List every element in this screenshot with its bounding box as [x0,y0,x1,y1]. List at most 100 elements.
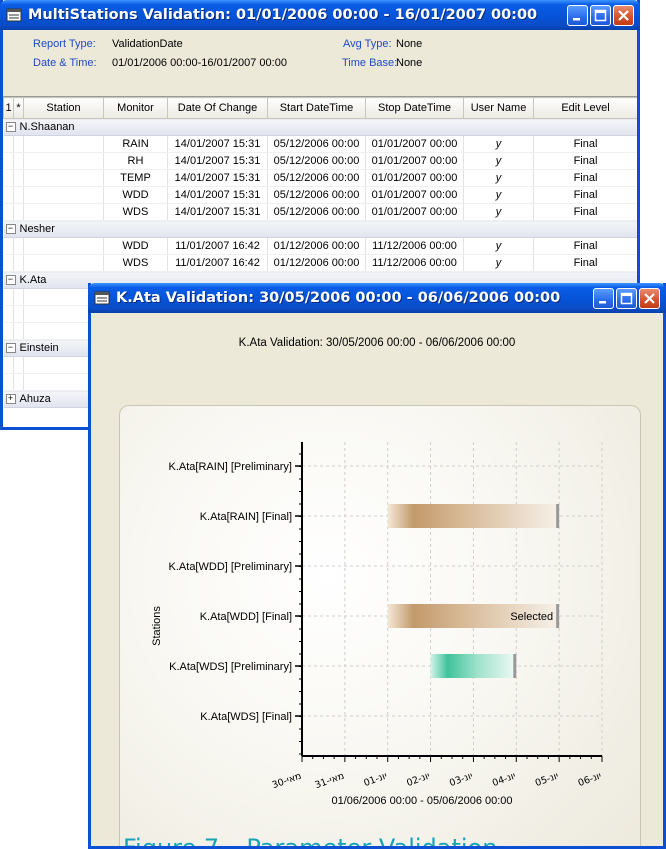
y-tick-label: K.Ata[RAIN] [Final] [200,511,292,523]
close-icon [618,9,629,21]
table-row[interactable]: WDD 11/01/2007 16:42 01/12/2006 00:00 11/12… [3,237,637,255]
cell-date-of-change: 14/01/2007 15:31 [167,169,268,187]
cell-user: y [463,135,534,153]
figure-caption: Figure 7 – Parameter Validation [123,834,497,846]
col-header-date-of-change[interactable]: Date Of Change [167,97,268,119]
cell-stop: 01/01/2007 00:00 [365,203,464,221]
cell-start: 01/12/2006 00:00 [267,254,366,272]
y-tick-label: K.Ata[WDD] [Final] [200,611,292,623]
avg-type-value: None [396,38,423,50]
cell-empty [3,254,14,272]
cell-empty [13,288,24,306]
cell-level: Final [533,254,637,272]
station-name: Ahuza [19,393,51,405]
table-row[interactable]: RH 14/01/2007 15:31 05/12/2006 00:00 01/01/… [3,152,637,170]
close-button[interactable] [613,4,634,26]
table-row[interactable]: RAIN 14/01/2007 15:31 05/12/2006 00:00 01/0… [3,135,637,153]
y-tick-label: K.Ata[WDD] [Preliminary] [169,561,292,573]
table-row[interactable]: WDS 14/01/2007 15:31 05/12/2006 00:00 01/01… [3,203,637,221]
bar-label: Selected [510,611,553,623]
maximize-button[interactable] [616,287,637,309]
cell-empty [3,373,14,391]
minimize-icon [599,300,606,303]
close-button[interactable] [639,287,660,309]
cell-monitor: WDD [103,237,168,255]
col-header-index[interactable]: 1 [3,97,14,119]
app-icon [94,291,110,305]
cell-empty [13,305,24,323]
cell-empty [23,254,104,272]
col-header-start-datetime[interactable]: Start DateTime [267,97,366,119]
table-row[interactable]: TEMP 14/01/2007 15:31 05/12/2006 00:00 01/0… [3,169,637,187]
x-tick-label: 01-יונ [362,770,388,789]
range-bar-endcap [556,604,560,628]
cell-level: Final [533,135,637,153]
station-group-row[interactable]: − Nesher [3,220,637,238]
collapse-icon[interactable]: − [5,275,16,286]
minimize-button[interactable] [567,4,588,26]
x-axis-title: 01/06/2006 00:00 - 05/06/2006 00:00 [331,795,512,807]
station-group-row[interactable]: − N.Shaanan [3,118,637,136]
x-tick-label: 02-יונ [405,770,431,789]
collapse-icon[interactable]: − [5,224,16,235]
cell-user: y [463,169,534,187]
cell-empty [23,169,104,187]
col-header-star[interactable]: * [13,97,24,119]
grid-header-row: 1 * Station Monitor Date Of Change Start… [3,97,637,119]
x-tick-label: 06-יונ [577,770,603,789]
collapse-icon[interactable]: − [5,122,16,133]
x-tick-label: 30-מאי [271,770,303,791]
col-header-station[interactable]: Station [23,97,104,119]
cell-empty [13,254,24,272]
cell-empty [3,356,14,374]
col-header-stop-datetime[interactable]: Stop DateTime [365,97,464,119]
cell-date-of-change: 11/01/2007 16:42 [167,237,268,255]
table-row[interactable]: WDS 11/01/2007 16:42 01/12/2006 00:00 11/12… [3,254,637,272]
cell-empty [13,152,24,170]
station-name: Einstein [19,342,59,354]
cell-empty [23,186,104,204]
multistations-titlebar[interactable]: MultiStations Validation: 01/01/2006 00:… [0,0,640,30]
cell-empty [23,135,104,153]
cell-level: Final [533,237,637,255]
table-row[interactable]: WDD 14/01/2007 15:31 05/12/2006 00:00 01/01… [3,186,637,204]
maximize-button[interactable] [590,4,611,26]
minimize-button[interactable] [593,287,614,309]
x-tick-label: 04-יונ [491,770,517,789]
cell-start: 05/12/2006 00:00 [267,135,366,153]
cell-empty [3,135,14,153]
cell-empty [3,322,14,340]
cell-empty [23,152,104,170]
x-tick-label: 03-יונ [448,770,474,789]
cell-empty [3,203,14,221]
cell-stop: 01/01/2007 00:00 [365,169,464,187]
cell-user: y [463,186,534,204]
cell-stop: 01/01/2007 00:00 [365,186,464,204]
expand-icon[interactable]: + [5,394,16,405]
collapse-icon[interactable]: − [5,343,16,354]
cell-empty [13,356,24,374]
cell-start: 01/12/2006 00:00 [267,237,366,255]
range-bar-endcap [513,654,517,678]
cell-date-of-change: 14/01/2007 15:31 [167,152,268,170]
cell-stop: 11/12/2006 00:00 [365,254,464,272]
col-header-user-name[interactable]: User Name [463,97,534,119]
cell-start: 05/12/2006 00:00 [267,186,366,204]
validation-range-chart[interactable]: Selected K.Ata[RAIN] [Preliminary] K.Ata[R… [120,406,640,846]
cell-empty [3,305,14,323]
cell-start: 05/12/2006 00:00 [267,203,366,221]
cell-empty [13,237,24,255]
app-icon [6,8,22,22]
cell-date-of-change: 14/01/2007 15:31 [167,186,268,204]
col-header-monitor[interactable]: Monitor [103,97,168,119]
station-name: N.Shaanan [19,121,75,133]
date-time-label: Date & Time: [33,57,97,69]
cell-start: 05/12/2006 00:00 [267,152,366,170]
cell-monitor: WDD [103,186,168,204]
maximize-icon [594,9,607,21]
cell-monitor: WDS [103,254,168,272]
cell-user: y [463,203,534,221]
kata-titlebar[interactable]: K.Ata Validation: 30/05/2006 00:00 - 06/… [88,283,666,313]
col-header-edit-level[interactable]: Edit Level [533,97,637,119]
cell-monitor: RH [103,152,168,170]
